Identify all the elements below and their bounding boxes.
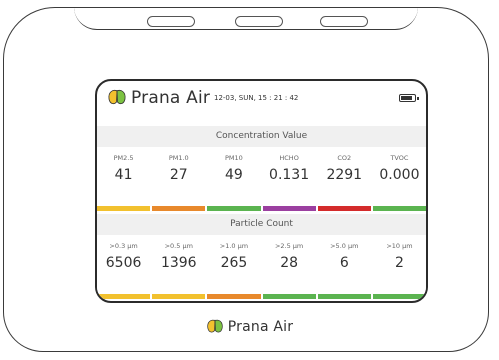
particle-label: >2.5 μm bbox=[274, 242, 304, 250]
concentration-value: 2291 bbox=[326, 167, 363, 183]
concentration-status-bar bbox=[372, 206, 426, 211]
particle-status-bar bbox=[372, 294, 426, 299]
particle-label: >1.0 μm bbox=[219, 242, 249, 250]
concentration-label: PM10 bbox=[225, 154, 243, 162]
concentration-status-bar bbox=[97, 206, 151, 211]
particle-title: Particle Count bbox=[97, 214, 426, 235]
concentration-cell: CO2 2291 bbox=[317, 149, 371, 211]
particle-label: >0.3 μm bbox=[109, 242, 138, 250]
concentration-row: PM2.5 41 PM1.0 27 PM10 49 HCHO 0.131 CO2 2291 TVOC… bbox=[97, 149, 426, 211]
screen-header: Prana Air 12-03, SUN, 15 : 21 : 42 bbox=[97, 81, 426, 121]
vent-right bbox=[320, 16, 368, 27]
particle-value: 265 bbox=[220, 255, 248, 271]
device-brand-name: Prana Air bbox=[227, 319, 294, 335]
concentration-value: 41 bbox=[114, 167, 133, 183]
particle-cell: >0.5 μm 1396 bbox=[152, 237, 206, 299]
concentration-label: PM2.5 bbox=[113, 154, 134, 162]
display-screen: Prana Air 12-03, SUN, 15 : 21 : 42 Conce… bbox=[95, 79, 428, 303]
vent-left bbox=[147, 16, 195, 27]
concentration-status-bar bbox=[152, 206, 206, 211]
particle-value: 6506 bbox=[105, 255, 142, 271]
concentration-label: CO2 bbox=[337, 154, 352, 162]
concentration-label: PM1.0 bbox=[168, 154, 189, 162]
concentration-cell: HCHO 0.131 bbox=[262, 149, 316, 211]
concentration-title: Concentration Value bbox=[97, 126, 426, 147]
concentration-status-bar bbox=[317, 206, 371, 211]
particle-value: 6 bbox=[339, 255, 349, 271]
device-brand-logo: Prana Air bbox=[0, 318, 499, 336]
particle-cell: >5.0 μm 6 bbox=[317, 237, 371, 299]
particle-status-bar bbox=[317, 294, 371, 299]
concentration-cell: PM1.0 27 bbox=[152, 149, 206, 211]
leaf-lungs-icon bbox=[207, 319, 223, 333]
particle-status-bar bbox=[97, 294, 151, 299]
concentration-status-bar bbox=[262, 206, 316, 211]
concentration-status-bar bbox=[207, 206, 261, 211]
particle-cell: >0.3 μm 6506 bbox=[97, 237, 151, 299]
particle-cell: >2.5 μm 28 bbox=[262, 237, 316, 299]
concentration-cell: TVOC 0.000 bbox=[372, 149, 426, 211]
vent-center bbox=[235, 16, 283, 27]
particle-value: 1396 bbox=[160, 255, 197, 271]
particle-label: >10 μm bbox=[386, 242, 413, 250]
concentration-value: 0.000 bbox=[379, 167, 420, 183]
particle-value: 28 bbox=[280, 255, 299, 271]
particle-cell: >1.0 μm 265 bbox=[207, 237, 261, 299]
brand-logo: Prana Air bbox=[107, 88, 210, 108]
concentration-value: 0.131 bbox=[269, 167, 310, 183]
concentration-value: 49 bbox=[225, 167, 243, 183]
battery-icon bbox=[399, 94, 419, 102]
concentration-label: TVOC bbox=[390, 154, 409, 162]
particle-status-bar bbox=[262, 294, 316, 299]
particle-cell: >10 μm 2 bbox=[372, 237, 426, 299]
particle-label: >0.5 μm bbox=[164, 242, 193, 250]
particle-status-bar bbox=[207, 294, 261, 299]
particle-value: 2 bbox=[394, 255, 404, 271]
concentration-cell: PM2.5 41 bbox=[97, 149, 151, 211]
particle-row: >0.3 μm 6506 >0.5 μm 1396 >1.0 μm 265 >2.5 μm 2… bbox=[97, 237, 426, 299]
datetime-display: 12-03, SUN, 15 : 21 : 42 bbox=[214, 94, 299, 102]
concentration-cell: PM10 49 bbox=[207, 149, 261, 211]
brand-name: Prana Air bbox=[131, 88, 211, 108]
particle-status-bar bbox=[152, 294, 206, 299]
concentration-value: 27 bbox=[169, 167, 188, 183]
particle-label: >5.0 μm bbox=[330, 242, 359, 250]
leaf-lungs-icon bbox=[108, 90, 126, 105]
concentration-label: HCHO bbox=[279, 154, 299, 162]
